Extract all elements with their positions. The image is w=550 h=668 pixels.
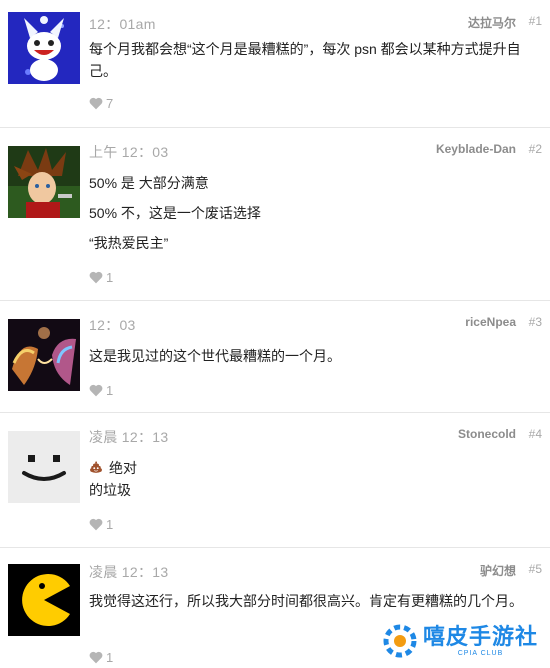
comment-text: “我热爱民主”: [89, 235, 169, 251]
comment-item: 12：03 riceNpea #3 这是我见过的这个世代最糟糕的一个月。 1: [0, 301, 550, 413]
heart-icon: [89, 271, 103, 284]
user-avatar[interactable]: [8, 319, 80, 391]
comment-number[interactable]: #1: [529, 14, 542, 28]
comment-body: 这是我见过的这个世代最糟糕的一个月。: [89, 345, 537, 367]
comment-author[interactable]: 达拉马尔: [468, 14, 516, 31]
heart-icon: [89, 651, 103, 664]
comment-timestamp: 12：01am: [89, 16, 156, 32]
jack-frost-mascot-avatar: [8, 12, 80, 84]
like-count: 1: [106, 650, 114, 665]
comment-text-line: 绝对: [89, 457, 537, 479]
comment-author[interactable]: Stonecold: [458, 427, 516, 441]
spiky-hair-character-avatar: [8, 146, 80, 218]
comment-timestamp: 上午 12：03: [89, 144, 169, 160]
comment-number[interactable]: #5: [529, 562, 542, 576]
simple-smiley-face-avatar: [8, 431, 80, 503]
heart-icon: [89, 384, 103, 397]
like-button[interactable]: 1: [89, 517, 113, 532]
user-avatar[interactable]: [8, 431, 80, 503]
pacman-avatar: [8, 564, 80, 636]
comment-body: 我觉得这还行，所以我大部分时间都很高兴。肯定有更糟糕的几个月。: [89, 590, 537, 612]
comment-number[interactable]: #3: [529, 315, 542, 329]
comment-text: 的垃圾: [89, 482, 131, 498]
comment-timestamp: 凌晨 12：13: [89, 429, 169, 445]
comment-text: 每个月我都会想“这个月是最糟糕的”，每次 psn 都会以某种方式提升自己。: [89, 41, 521, 79]
comment-body: 绝对 的垃圾: [89, 457, 537, 501]
watermark-text: 嘻皮手游社 CPIA CLUB: [422, 623, 538, 658]
comment-body: 50% 是 大部分满意 50% 不，这是一个废话选择 “我热爱民主”: [89, 172, 537, 254]
comment-body: 每个月我都会想“这个月是最糟糕的”，每次 psn 都会以某种方式提升自己。: [89, 38, 537, 82]
comment-item: 凌晨 12：13 Stonecold #4 绝对 的垃圾 1: [0, 413, 550, 548]
comment-text: 50% 是 大部分满意: [89, 175, 209, 191]
like-button[interactable]: 7: [89, 96, 113, 111]
comment-text: 这是我见过的这个世代最糟糕的一个月。: [89, 348, 341, 364]
heart-icon: [89, 518, 103, 531]
comment-text: 我觉得这还行，所以我大部分时间都很高兴。肯定有更糟糕的几个月。: [89, 593, 523, 609]
watermark-title: 嘻皮手游社: [422, 623, 538, 649]
watermark-subtitle: CPIA CLUB: [457, 649, 504, 657]
comment-text: 50% 不，这是一个废话选择: [89, 205, 261, 221]
heart-icon: [89, 97, 103, 110]
like-count: 1: [106, 270, 114, 285]
site-watermark: 嘻皮手游社 CPIA CLUB: [383, 624, 538, 658]
like-count: 7: [106, 96, 114, 111]
like-button[interactable]: 1: [89, 270, 113, 285]
colorful-faces-art-avatar: [8, 319, 80, 391]
comment-timestamp: 12：03: [89, 317, 136, 333]
comment-text: 绝对: [109, 460, 137, 476]
comment-author[interactable]: Keyblade-Dan: [436, 142, 516, 156]
comment-author[interactable]: 驴幻想: [480, 562, 516, 579]
like-button[interactable]: 1: [89, 650, 113, 665]
pile-of-poo-icon: [90, 461, 102, 473]
watermark-logo-icon: [383, 624, 417, 658]
user-avatar[interactable]: [8, 564, 80, 636]
comment-number[interactable]: #4: [529, 427, 542, 441]
comment-author[interactable]: riceNpea: [465, 315, 516, 329]
like-count: 1: [106, 517, 114, 532]
like-button[interactable]: 1: [89, 383, 113, 398]
comment-timestamp: 凌晨 12：13: [89, 564, 169, 580]
comment-item: 12：01am 达拉马尔 #1 每个月我都会想“这个月是最糟糕的”，每次 psn…: [0, 0, 550, 128]
like-count: 1: [106, 383, 114, 398]
user-avatar[interactable]: [8, 146, 80, 218]
user-avatar[interactable]: [8, 12, 80, 84]
comment-item: 上午 12：03 Keyblade-Dan #2 50% 是 大部分满意 50%…: [0, 128, 550, 301]
comment-number[interactable]: #2: [529, 142, 542, 156]
